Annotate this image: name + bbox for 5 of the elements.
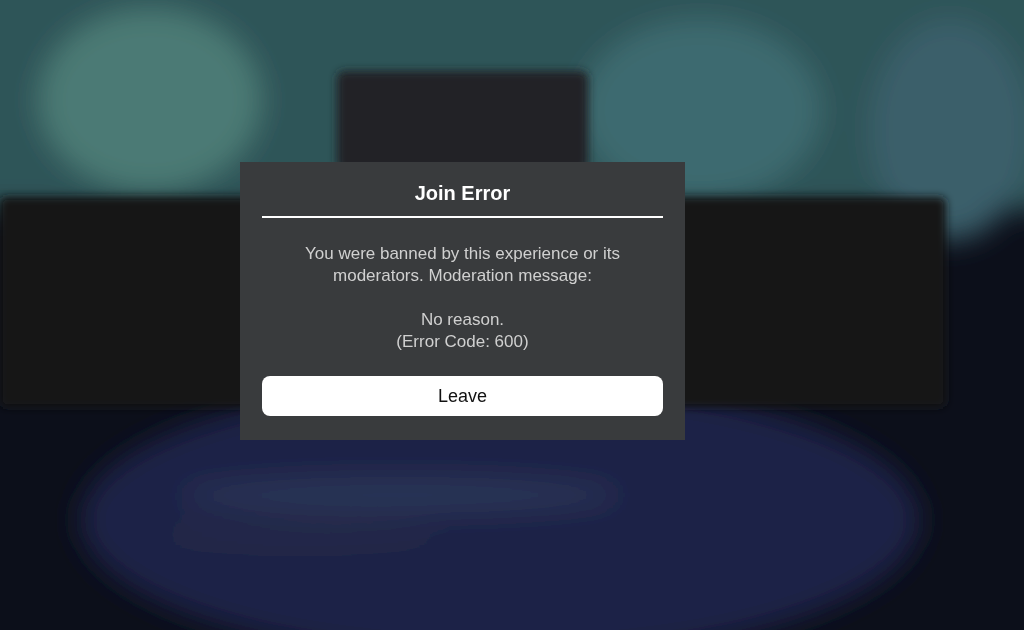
ban-reason: No reason. <box>420 309 505 331</box>
error-code: (Error Code: 600) <box>396 331 529 353</box>
dialog-title: Join Error <box>414 181 511 206</box>
leave-button[interactable]: Leave <box>262 376 663 416</box>
error-message: You were banned by this experience or its moderators. Moderation message: <box>304 243 621 287</box>
